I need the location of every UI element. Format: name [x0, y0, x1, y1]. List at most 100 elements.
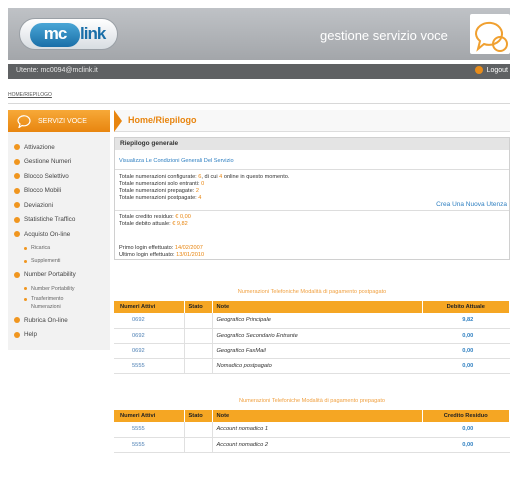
sidebar-subitem-number-portability[interactable]: Number Portability: [8, 282, 110, 295]
row-value[interactable]: 0,00: [422, 437, 510, 453]
user-bar: Utente: mc0094@mclink.it Logout: [8, 64, 510, 79]
bullet-icon: [14, 271, 20, 278]
summary-panel: Riepilogo generale Visualizza Le Condizi…: [114, 137, 510, 260]
bullet-icon: [14, 173, 20, 180]
page-title-bar: Home/Riepilogo: [114, 110, 510, 132]
sidebar-subitem-ricarica[interactable]: Ricarica: [8, 242, 110, 255]
bullet-icon: [24, 298, 27, 301]
table-row[interactable]: 0692 Geografico Principale 9,82: [114, 313, 510, 329]
last-login-line: Ultimo login effettuato: 13/01/2010: [119, 252, 205, 258]
sidebar-item-label: Statistiche Traffico: [24, 216, 76, 224]
numbers-stats: Totale numerazioni configurate: 6, di cu…: [119, 174, 289, 202]
table-header-row: Numeri Attivi Stato Note Debito Attuale: [114, 301, 510, 313]
row-status: [183, 313, 213, 329]
row-note: Nomadico postpagato: [212, 358, 422, 374]
table-row[interactable]: 0692 Geografico FaxMail 0,00: [114, 343, 510, 359]
sidebar-item-label: Deviazioni: [24, 201, 54, 209]
sidebar-item-label: Gestione Numeri: [24, 158, 72, 166]
sidebar-item-help[interactable]: Help: [8, 328, 110, 343]
sidebar-item-label: Blocco Selettivo: [24, 172, 69, 180]
sidebar-header[interactable]: SERVIZI VOCE: [8, 110, 110, 132]
row-number[interactable]: 0692: [114, 313, 184, 329]
conditions-link[interactable]: Visualizza Le Condizioni Generali Del Se…: [119, 158, 234, 164]
sidebar-item-label: Help: [24, 331, 37, 339]
table-row[interactable]: 5555 Account nomadico 1 0,00: [114, 422, 510, 438]
row-value[interactable]: 0,00: [422, 343, 510, 359]
sidebar-item-label: Ricarica: [31, 245, 51, 251]
sidebar-item-label: Supplementi: [31, 258, 61, 264]
sidebar-item-gestione-numeri[interactable]: Gestione Numeri: [8, 155, 110, 170]
table-header-row: Numeri Attivi Stato Note Credito Residuo: [114, 410, 510, 422]
row-value[interactable]: 0,00: [422, 358, 510, 374]
first-login-line: Primo login effettuato: 14/02/2007: [119, 245, 203, 251]
sidebar-item-blocco-mobili[interactable]: Blocco Mobili: [8, 184, 110, 199]
speech-bubble-icon: [470, 14, 510, 54]
create-user-link[interactable]: Crea Una Nuova Utenza: [436, 201, 507, 208]
row-note: Geografico Principale: [212, 313, 422, 329]
col-numeri: Numeri Attivi: [114, 410, 185, 422]
sidebar: SERVIZI VOCE Attivazione Gestione Numeri…: [8, 110, 110, 350]
table-row[interactable]: 0692 Geografico Secondario Entrante 0,00: [114, 328, 510, 344]
row-number[interactable]: 0692: [114, 343, 184, 359]
row-value[interactable]: 9,82: [422, 313, 510, 329]
postpaid-table: Numeri Attivi Stato Note Debito Attuale …: [114, 301, 510, 374]
col-note: Note: [212, 301, 423, 313]
row-number[interactable]: 5555: [114, 422, 184, 438]
sidebar-item-blocco-selettivo[interactable]: Blocco Selettivo: [8, 169, 110, 184]
logout-label: Logout: [486, 66, 508, 74]
divider: [115, 210, 509, 211]
divider: [8, 103, 510, 104]
row-number[interactable]: 5555: [114, 358, 184, 374]
sidebar-header-label: SERVIZI VOCE: [38, 117, 87, 125]
bullet-icon: [24, 246, 27, 250]
logout-link[interactable]: Logout: [474, 66, 508, 74]
sidebar-item-statistiche-traffico[interactable]: Statistiche Traffico: [8, 213, 110, 228]
sidebar-subitem-trasferimento[interactable]: Trasferimento Numerazioni: [8, 295, 110, 313]
row-value[interactable]: 0,00: [422, 328, 510, 344]
row-note: Geografico Secondario Entrante: [212, 328, 422, 344]
incoming-line: Totale numerazioni solo entranti: 0: [119, 181, 205, 187]
sidebar-subitem-supplementi[interactable]: Supplementi: [8, 255, 110, 268]
row-status: [183, 358, 213, 374]
speech-bubble-icon: [17, 115, 31, 128]
row-number[interactable]: 5555: [114, 437, 184, 453]
sidebar-item-deviazioni[interactable]: Deviazioni: [8, 198, 110, 213]
configured-line: Totale numerazioni configurate: 6, di cu…: [119, 174, 290, 180]
col-debito: Debito Attuale: [422, 301, 510, 313]
row-value[interactable]: 0,00: [422, 422, 510, 438]
sidebar-item-acquisto-online[interactable]: Acquisto On-line: [8, 227, 110, 242]
sidebar-item-rubrica[interactable]: Rubrica On-line: [8, 313, 110, 328]
bullet-icon: [14, 317, 20, 324]
app-title: gestione servizio voce: [320, 28, 448, 43]
row-note: Account nomadico 1: [212, 422, 422, 438]
sidebar-item-label: Number Portability: [24, 271, 76, 279]
login-stats: Primo login effettuato: 14/02/2007 Ultim…: [119, 245, 204, 259]
breadcrumb[interactable]: HOME/RIEPILOGO: [8, 92, 52, 98]
prepaid-caption: Numerazioni Telefoniche Modalità di paga…: [238, 398, 386, 404]
sidebar-menu: Attivazione Gestione Numeri Blocco Selet…: [8, 132, 110, 342]
row-status: [183, 422, 213, 438]
sidebar-item-attivazione[interactable]: Attivazione: [8, 140, 110, 155]
row-note: Account nomadico 2: [212, 437, 422, 453]
bullet-icon: [14, 216, 20, 223]
credit-line: Totale credito residuo: € 0,00: [119, 214, 191, 220]
prepaid-table: Numeri Attivi Stato Note Credito Residuo…: [114, 410, 510, 453]
bullet-icon: [14, 144, 20, 151]
user-label: Utente: mc0094@mclink.it: [16, 67, 98, 74]
row-number[interactable]: 0692: [114, 328, 184, 344]
col-stato: Stato: [184, 410, 213, 422]
sidebar-item-label: Rubrica On-line: [24, 316, 68, 324]
table-row[interactable]: 5555 Nomadico postpagato 0,00: [114, 358, 510, 374]
mclink-logo[interactable]: mc link: [19, 18, 118, 50]
bullet-icon: [14, 187, 20, 194]
sidebar-item-number-portability[interactable]: Number Portability: [8, 268, 110, 283]
table-row[interactable]: 5555 Account nomadico 2 0,00: [114, 437, 510, 453]
col-note: Note: [212, 410, 423, 422]
page-title: Home/Riepilogo: [128, 115, 197, 125]
row-status: [183, 328, 213, 344]
bullet-icon: [14, 331, 20, 338]
debit-line: Totale debito attuale: € 9,82: [119, 221, 188, 227]
postpaid-caption: Numerazioni Telefoniche Modalità di paga…: [237, 289, 387, 295]
bullet-icon: [14, 231, 20, 238]
sidebar-item-label: Attivazione: [24, 143, 55, 151]
